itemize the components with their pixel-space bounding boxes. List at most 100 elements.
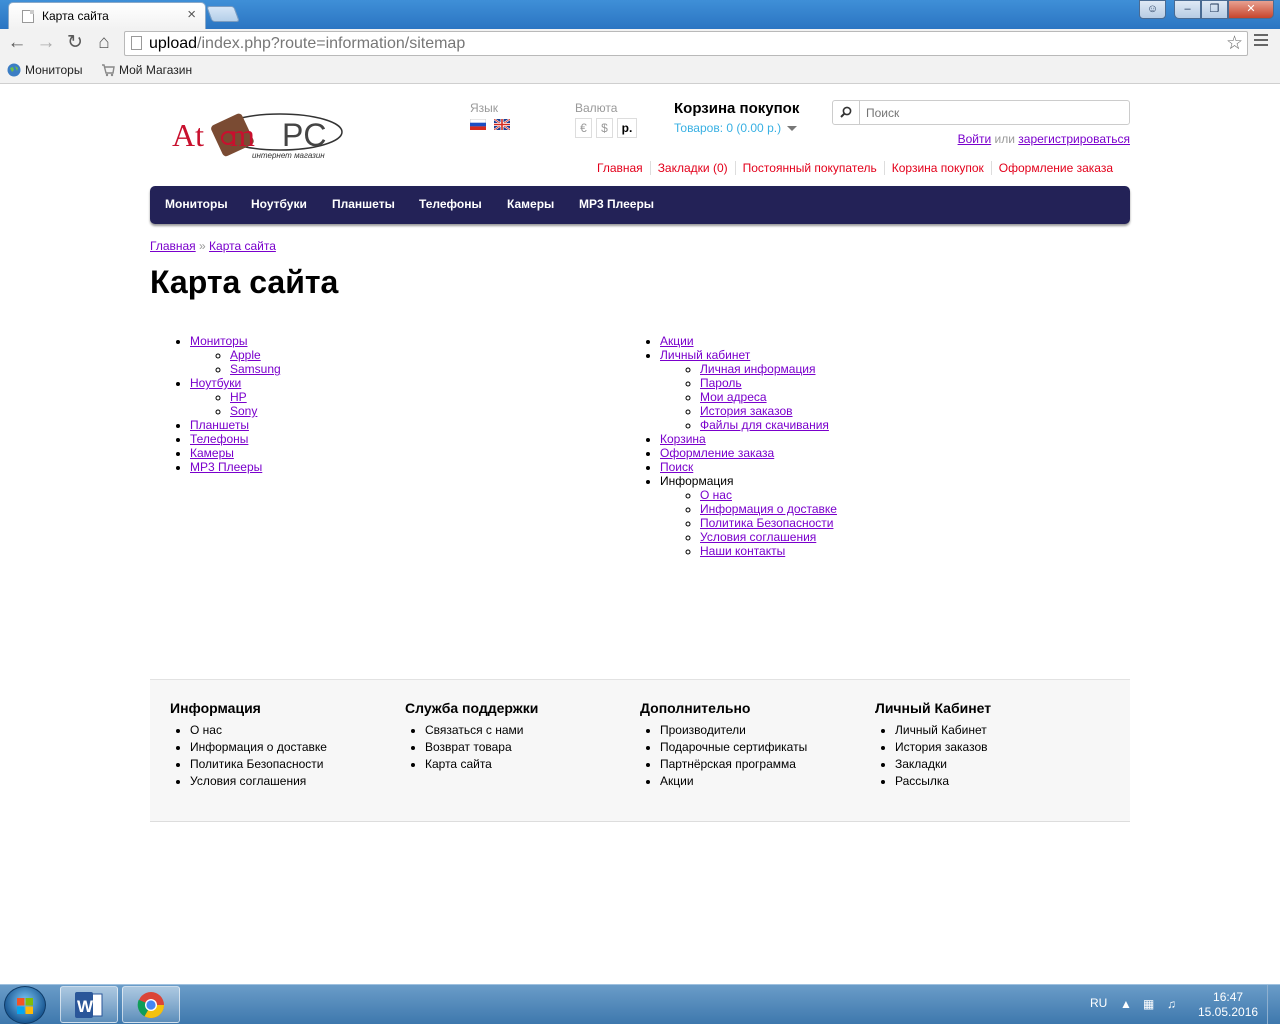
- breadcrumb-home[interactable]: Главная: [150, 239, 196, 253]
- forward-arrow-icon[interactable]: →: [35, 32, 57, 54]
- sitemap-sublink[interactable]: Политика Безопасности: [700, 516, 833, 530]
- sitemap-sublink[interactable]: Наши контакты: [700, 544, 785, 558]
- currency-dollar-button[interactable]: $: [596, 118, 613, 138]
- sitemap-sublink[interactable]: О нас: [700, 488, 732, 502]
- bookmark-item[interactable]: Мой Магазин: [101, 63, 192, 77]
- taskbar-chrome[interactable]: [122, 986, 180, 1023]
- user-icon[interactable]: ☺: [1139, 0, 1166, 19]
- sitemap-sublink[interactable]: Условия соглашения: [700, 530, 816, 544]
- footer-column-support: Служба поддержки Связаться с нами Возвра…: [405, 700, 625, 773]
- menu-item-tablets[interactable]: Планшеты: [332, 197, 395, 211]
- sitemap-link[interactable]: Ноутбуки: [190, 376, 241, 390]
- tray-expand-icon[interactable]: ▲: [1120, 997, 1132, 1011]
- footer-link[interactable]: Подарочные сертификаты: [660, 739, 860, 756]
- sitemap-sublink[interactable]: Информация о доставке: [700, 502, 837, 516]
- cart-summary[interactable]: Товаров: 0 (0.00 р.): [674, 121, 799, 135]
- sitemap-link[interactable]: Камеры: [190, 446, 234, 460]
- footer-link[interactable]: Личный Кабинет: [895, 722, 1095, 739]
- sitemap-link[interactable]: Корзина: [660, 432, 706, 446]
- show-desktop-button[interactable]: [1267, 985, 1280, 1024]
- browser-tab[interactable]: Карта сайта ×: [8, 2, 206, 29]
- sitemap-sublink[interactable]: HP: [230, 390, 247, 404]
- toplink-checkout[interactable]: Оформление заказа: [990, 161, 1120, 175]
- bookmarks-bar: Мониторы Мой Магазин: [0, 58, 1280, 84]
- footer-link[interactable]: История заказов: [895, 739, 1095, 756]
- menu-item-phones[interactable]: Телефоны: [419, 197, 482, 211]
- sitemap-item: Оформление заказа: [660, 446, 837, 460]
- sitemap-link[interactable]: MP3 Плееры: [190, 460, 262, 474]
- search-button[interactable]: [833, 101, 860, 124]
- footer-link[interactable]: Партнёрская программа: [660, 756, 860, 773]
- footer-link[interactable]: Информация о доставке: [190, 739, 390, 756]
- sitemap-link[interactable]: Телефоны: [190, 432, 248, 446]
- address-url[interactable]: upload/index.php?route=information/sitem…: [149, 35, 465, 53]
- menu-item-laptops[interactable]: Ноутбуки: [251, 197, 307, 211]
- sitemap-link[interactable]: Мониторы: [190, 334, 247, 348]
- volume-icon[interactable]: ♫: [1167, 997, 1176, 1011]
- footer-link[interactable]: Акции: [660, 773, 860, 790]
- sitemap-sublist: AppleSamsung: [190, 348, 281, 376]
- sitemap-link[interactable]: Планшеты: [190, 418, 249, 432]
- english-flag-icon[interactable]: [494, 119, 510, 130]
- footer-link[interactable]: Производители: [660, 722, 860, 739]
- sitemap-sublink[interactable]: История заказов: [700, 404, 793, 418]
- sitemap-sublink[interactable]: Мои адреса: [700, 390, 767, 404]
- currency-ruble-button[interactable]: р.: [617, 118, 637, 138]
- toplink-cart[interactable]: Корзина покупок: [883, 161, 991, 175]
- sitemap-subitem: Samsung: [230, 362, 281, 376]
- bookmark-item[interactable]: Мониторы: [7, 63, 82, 77]
- back-arrow-icon[interactable]: ←: [6, 32, 28, 54]
- address-bar[interactable]: upload/index.php?route=information/sitem…: [124, 31, 1248, 56]
- sitemap-link[interactable]: Личный кабинет: [660, 348, 750, 362]
- search-input[interactable]: [866, 106, 1116, 120]
- sitemap-subitem: Пароль: [700, 376, 837, 390]
- browser-tabstrip: Карта сайта × ☺ – ❐ ✕: [0, 0, 1280, 29]
- sitemap-sublink[interactable]: Sony: [230, 404, 257, 418]
- currency-euro-button[interactable]: €: [575, 118, 592, 138]
- close-window-button[interactable]: ✕: [1228, 0, 1274, 19]
- sitemap-link[interactable]: Поиск: [660, 460, 693, 474]
- sitemap-sublink[interactable]: Личная информация: [700, 362, 816, 376]
- register-link[interactable]: зарегистрироваться: [1018, 132, 1130, 146]
- cart-widget[interactable]: Корзина покупок Товаров: 0 (0.00 р.): [674, 100, 799, 135]
- footer-link[interactable]: Связаться с нами: [425, 722, 625, 739]
- toplink-wishlist[interactable]: Закладки (0): [649, 161, 735, 175]
- sitemap-link[interactable]: Акции: [660, 334, 694, 348]
- bookmark-star-icon[interactable]: ☆: [1226, 32, 1243, 55]
- menu-item-mp3[interactable]: MP3 Плееры: [579, 197, 654, 211]
- tab-close-button[interactable]: ×: [187, 7, 196, 23]
- keyboard-language[interactable]: RU: [1090, 996, 1107, 1010]
- minimize-button[interactable]: –: [1174, 0, 1201, 19]
- footer-link[interactable]: Политика Безопасности: [190, 756, 390, 773]
- toplink-account[interactable]: Постоянный покупатель: [734, 161, 884, 175]
- login-link[interactable]: Войти: [958, 132, 992, 146]
- taskbar-word[interactable]: W: [60, 986, 118, 1023]
- site-logo[interactable]: At m PC интернет магазин: [170, 108, 350, 168]
- browser-menu-icon[interactable]: [1254, 34, 1268, 49]
- home-icon[interactable]: ⌂: [93, 32, 115, 54]
- russian-flag-icon[interactable]: [470, 119, 486, 130]
- sitemap-link[interactable]: Оформление заказа: [660, 446, 774, 460]
- new-tab-button[interactable]: [206, 6, 240, 22]
- reload-icon[interactable]: ↻: [64, 32, 86, 54]
- footer-link[interactable]: Возврат товара: [425, 739, 625, 756]
- sitemap-sublink[interactable]: Apple: [230, 348, 261, 362]
- menu-item-monitors[interactable]: Мониторы: [165, 197, 228, 211]
- sitemap-sublink[interactable]: Samsung: [230, 362, 281, 376]
- footer-link[interactable]: Рассылка: [895, 773, 1095, 790]
- system-clock[interactable]: 16:47 15.05.2016: [1198, 990, 1258, 1020]
- footer-link[interactable]: Условия соглашения: [190, 773, 390, 790]
- start-button[interactable]: [4, 986, 46, 1024]
- sitemap-sublink[interactable]: Пароль: [700, 376, 742, 390]
- maximize-button[interactable]: ❐: [1201, 0, 1228, 19]
- sitemap-sublink[interactable]: Файлы для скачивания: [700, 418, 829, 432]
- footer-link[interactable]: О нас: [190, 722, 390, 739]
- footer-heading: Дополнительно: [640, 700, 751, 716]
- menu-item-cameras[interactable]: Камеры: [507, 197, 554, 211]
- footer-link[interactable]: Закладки: [895, 756, 1095, 773]
- toplink-home[interactable]: Главная: [590, 161, 650, 175]
- footer-link[interactable]: Карта сайта: [425, 756, 625, 773]
- network-icon[interactable]: ▦: [1143, 997, 1154, 1011]
- breadcrumb-current[interactable]: Карта сайта: [209, 239, 276, 253]
- sitemap-sublist: HPSony: [190, 390, 281, 418]
